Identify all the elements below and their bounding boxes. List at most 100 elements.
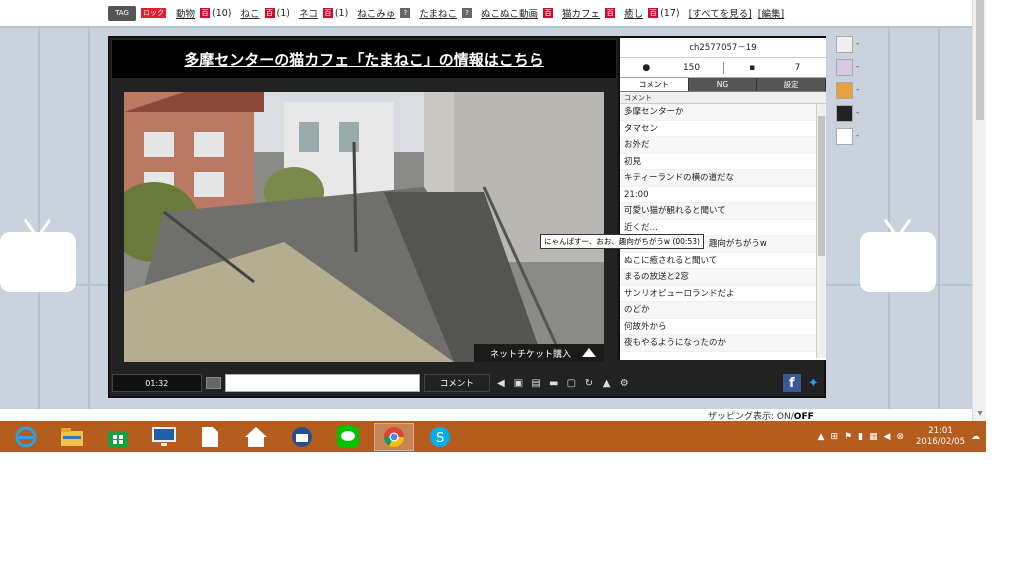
list-item[interactable]: ぬこに癒されると聞いて [620, 253, 818, 269]
title-link[interactable]: 多摩センターの猫カフェ「たまねこ」の情報はこちら [184, 49, 544, 70]
weather-icon[interactable]: ☁ [971, 432, 980, 442]
tag-link[interactable]: 猫カフェ [562, 6, 600, 20]
screen-icon[interactable]: ▬ [547, 376, 561, 390]
list-item[interactable]: 多摩センターか [620, 104, 818, 121]
comment-scrollbar[interactable] [816, 104, 826, 358]
network-icon[interactable]: ▦ [869, 432, 878, 442]
settings-icon[interactable]: ⚙ [617, 376, 631, 390]
show-hidden-icons[interactable]: ▲ [818, 432, 825, 442]
tag-item[interactable]: ネコ百 (1) [299, 6, 350, 21]
dictionary-icon[interactable]: 百 [322, 8, 333, 18]
dictionary-icon[interactable]: 百 [543, 8, 554, 18]
windows-flag-icon[interactable]: ⊞ [830, 432, 838, 442]
tab-settings[interactable]: 設定 [757, 78, 827, 91]
facebook-icon[interactable]: f [783, 374, 801, 392]
twitter-icon[interactable]: ✦ [805, 374, 823, 392]
list-item[interactable]: キティーランドの横の道だな [620, 170, 818, 187]
comment-submit-button[interactable]: コメント [423, 374, 491, 392]
document-icon[interactable] [190, 423, 230, 451]
list-item[interactable]: 可愛い猫が観れると聞いて [620, 203, 818, 220]
tag-link[interactable]: たまねこ [419, 6, 457, 20]
quality-icon[interactable]: ▤ [529, 376, 543, 390]
thumbnail[interactable] [836, 82, 859, 99]
edit-tags-link[interactable]: [編集] [758, 6, 784, 20]
dictionary-icon[interactable]: 百 [264, 8, 275, 18]
title-banner[interactable]: 多摩センターの猫カフェ「たまねこ」の情報はこちら [112, 40, 616, 78]
thumbnail[interactable] [836, 128, 859, 145]
tv-icon-left[interactable] [0, 232, 76, 292]
clock[interactable]: 21:01 2016/02/05 [916, 426, 965, 448]
tab-ng[interactable]: NG [688, 78, 758, 91]
page-scrollbar[interactable]: ▼ [972, 0, 986, 421]
thumbnail[interactable] [836, 36, 859, 53]
tag-item[interactable]: 猫カフェ百 [562, 6, 617, 20]
channel-id: ch2577057－19 [620, 38, 826, 58]
person-icon: ● [642, 63, 651, 73]
viewer-count: ● 150 [642, 63, 701, 73]
skype-icon[interactable]: S [420, 423, 460, 451]
action-center-icon[interactable]: ⚑ [844, 432, 852, 442]
tag-link[interactable]: ネコ [299, 6, 318, 20]
clock-time: 21:01 [928, 425, 953, 436]
remote-desktop-icon[interactable] [144, 423, 184, 451]
scrollbar-thumb[interactable] [976, 0, 984, 120]
volume-icon[interactable]: ◀ [494, 376, 508, 390]
tag-link[interactable]: ぬこぬこ動画 [481, 6, 538, 20]
dictionary-icon[interactable]: ? [400, 8, 411, 18]
ie-icon[interactable] [6, 423, 46, 451]
keyboard-icon[interactable] [205, 377, 222, 389]
tag-link[interactable]: ねこみゅ [357, 6, 395, 20]
tag-item[interactable]: 動物百 (10) [176, 6, 234, 21]
tag-item[interactable]: たまねこ? [419, 6, 474, 20]
speaker-icon[interactable]: ◀ [884, 432, 891, 442]
list-item[interactable]: タマセン [620, 121, 818, 137]
list-item[interactable]: お外だ [620, 137, 818, 154]
dictionary-icon[interactable]: 百 [200, 8, 211, 18]
tag-link[interactable]: 癒し [624, 6, 643, 20]
tag-icon: TAG [108, 5, 136, 21]
list-item[interactable]: 21:00 [620, 187, 818, 203]
dictionary-icon[interactable]: 百 [648, 8, 659, 18]
home-icon[interactable] [236, 423, 276, 451]
list-item[interactable]: のどか [620, 302, 818, 319]
tag-item[interactable]: ねこみゅ? [357, 6, 412, 20]
related-thumbnails [836, 36, 866, 151]
tab-comment[interactable]: コメント [620, 78, 689, 91]
triangle-up-icon [582, 348, 596, 357]
comment-input[interactable] [225, 374, 420, 392]
dictionary-icon[interactable]: 百 [605, 8, 616, 18]
tag-item[interactable]: 癒し百 (17) [624, 6, 682, 21]
thumbnail[interactable] [836, 59, 859, 76]
video-frame[interactable]: ネットチケット購入 [124, 92, 604, 362]
share-icon[interactable]: ▲ [600, 376, 614, 390]
thumbnail[interactable] [836, 105, 859, 122]
list-item[interactable]: まるの放送と2窓 [620, 269, 818, 286]
tag-item[interactable]: ねこ百 (1) [241, 6, 292, 21]
thunderbird-icon[interactable] [282, 423, 322, 451]
comment-count: ▪ 7 [749, 63, 801, 73]
file-explorer-icon[interactable] [52, 423, 92, 451]
show-all-tags-link[interactable]: [すべてを見る] [689, 6, 752, 20]
chrome-icon[interactable] [374, 422, 414, 451]
tv-icon-right[interactable] [860, 232, 936, 292]
ticket-purchase-button[interactable]: ネットチケット購入 [474, 344, 604, 362]
reload-icon[interactable]: ↻ [582, 376, 596, 390]
close-circle-icon[interactable]: ⊗ [896, 432, 904, 442]
list-item[interactable]: 何故外から [620, 319, 818, 335]
store-icon[interactable] [98, 423, 138, 451]
list-item[interactable]: サンリオピューロランドだよ [620, 286, 818, 302]
list-item[interactable]: 夜もやるようになったのか [620, 335, 818, 352]
scroll-down-arrow[interactable]: ▼ [976, 410, 984, 417]
fullscreen-icon[interactable]: ▢ [565, 376, 579, 390]
comment-list[interactable]: 多摩センターか タマセン お外だ 初見 キティーランドの横の道だな 21:00 … [620, 104, 818, 358]
comment-toggle-icon[interactable]: ▣ [512, 376, 526, 390]
tag-link[interactable]: ねこ [241, 6, 260, 20]
tag-item[interactable]: ぬこぬこ動画百 [481, 6, 555, 20]
tag-link[interactable]: 動物 [176, 6, 195, 20]
control-bar: 01:32 コメント ◀ ▣ ▤ ▬ ▢ ↻ ▲ ⚙ f ✦ [112, 372, 822, 394]
clock-date: 2016/02/05 [916, 436, 965, 447]
battery-icon[interactable]: ▮ [858, 432, 863, 442]
line-icon[interactable] [328, 423, 368, 451]
list-item[interactable]: 初見 [620, 154, 818, 170]
dictionary-icon[interactable]: ? [462, 8, 473, 18]
